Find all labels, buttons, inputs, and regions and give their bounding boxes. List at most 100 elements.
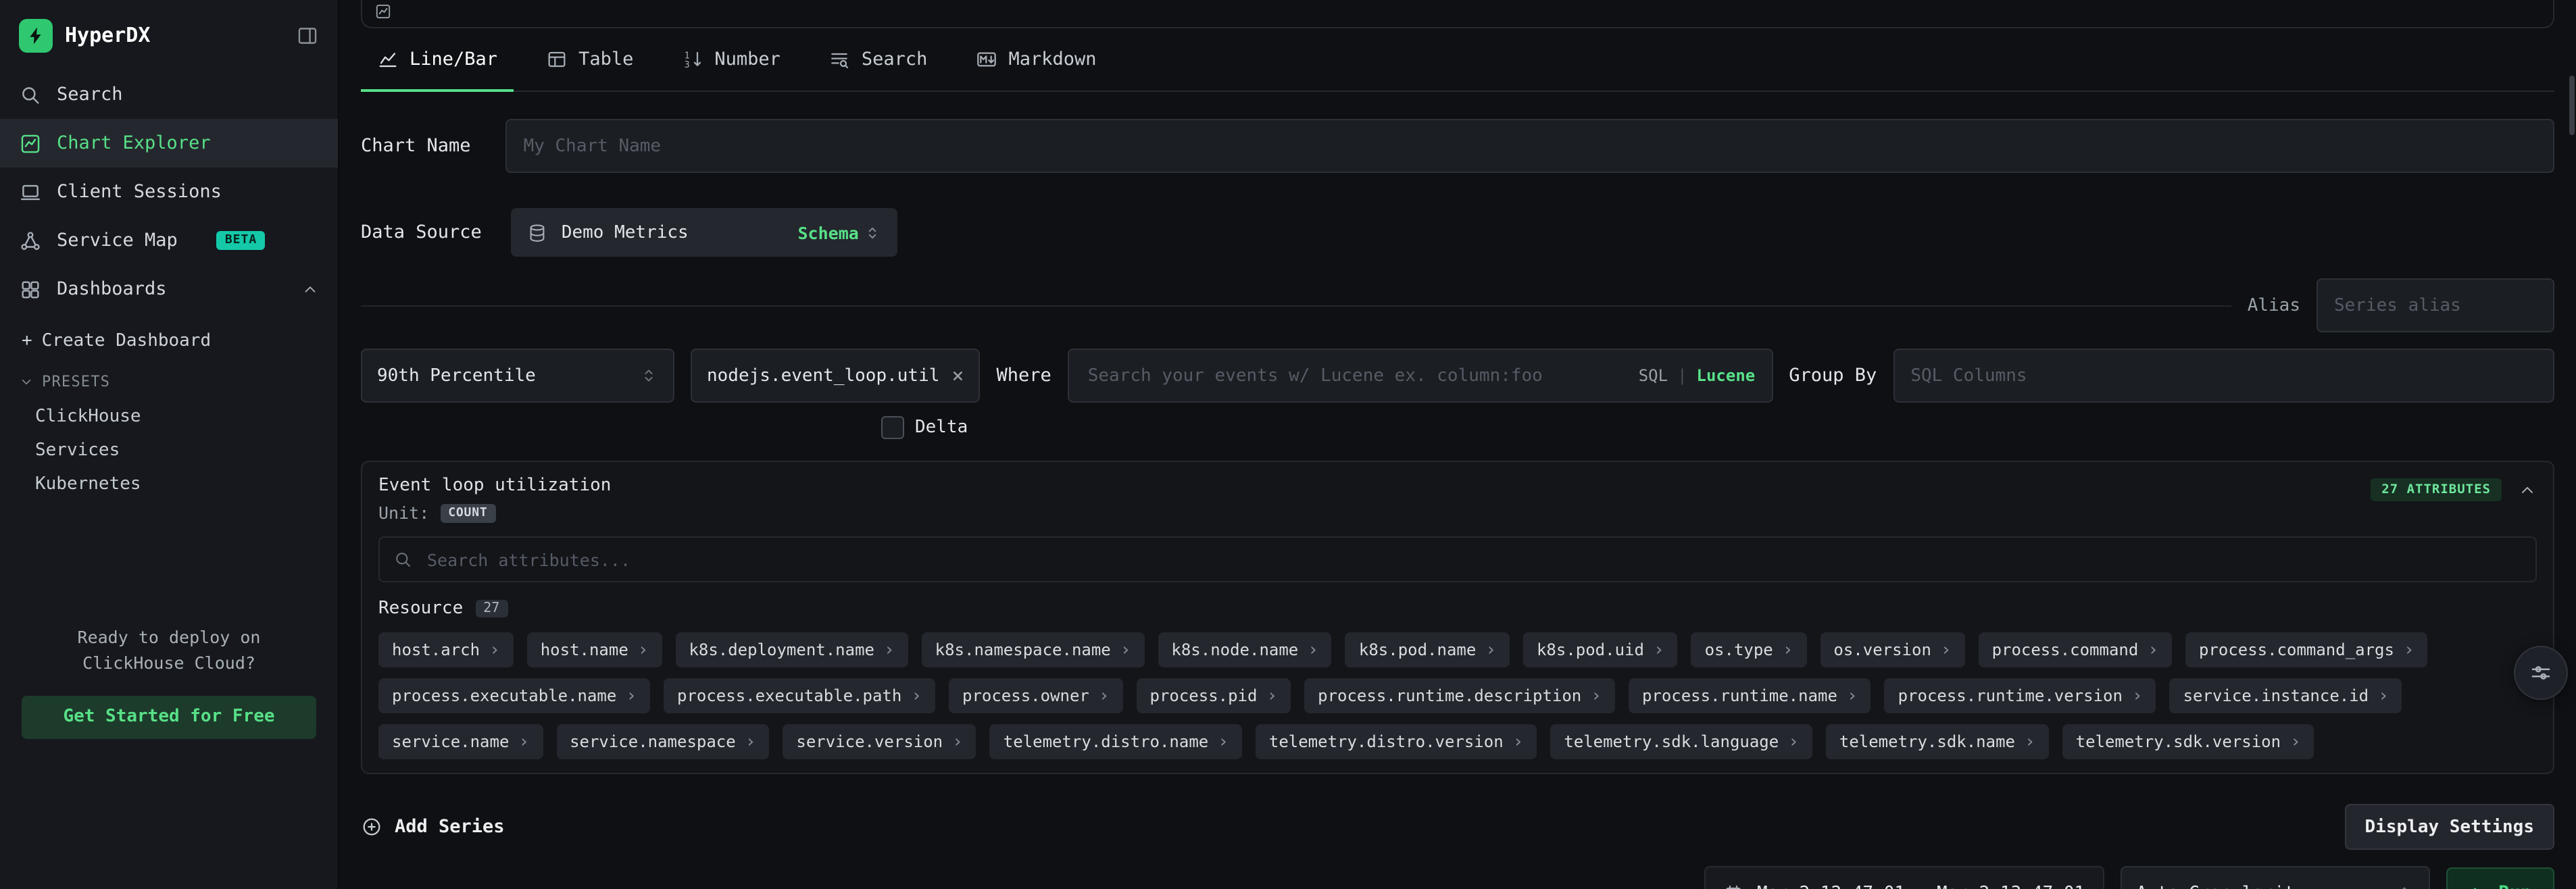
attribute-chip[interactable]: k8s.deployment.name› (675, 632, 908, 667)
hyperdx-logo[interactable]: HyperDX (19, 18, 150, 52)
attribute-chip[interactable]: process.runtime.version› (1885, 678, 2156, 713)
chevron-up-icon (301, 280, 319, 298)
sidebar-item-dashboards[interactable]: Dashboards (0, 265, 338, 313)
sidebar-collapse-icon[interactable] (296, 24, 319, 47)
chevron-right-icon: › (489, 641, 500, 659)
where-input[interactable] (1085, 364, 1625, 387)
plus-icon: + (22, 331, 32, 351)
delta-checkbox[interactable] (881, 416, 904, 439)
attribute-chip[interactable]: k8s.namespace.name› (922, 632, 1145, 667)
floating-filter-button[interactable] (2514, 646, 2568, 700)
attribute-chip[interactable]: process.command› (1979, 632, 2172, 667)
attribute-chip-label: telemetry.distro.version (1269, 732, 1504, 751)
sidebar-item-client-sessions[interactable]: Client Sessions (0, 168, 338, 216)
attribute-chip[interactable]: process.pid› (1137, 678, 1291, 713)
attribute-chip[interactable]: k8s.pod.uid› (1523, 632, 1678, 667)
unit-label: Unit: (378, 503, 429, 523)
attribute-chip[interactable]: telemetry.sdk.language› (1550, 724, 1812, 759)
group-by-input[interactable] (1893, 349, 2554, 403)
attribute-chip[interactable]: os.version› (1820, 632, 1964, 667)
attribute-chip[interactable]: process.executable.path› (664, 678, 935, 713)
sidebar-item-chart-explorer[interactable]: Chart Explorer (0, 119, 338, 168)
attribute-chip[interactable]: process.command_args› (2185, 632, 2428, 667)
preset-clickhouse[interactable]: ClickHouse (0, 400, 338, 434)
add-series-button[interactable]: Add Series (361, 816, 505, 838)
attributes-panel-titles: Event loop utilization Unit: COUNT (378, 476, 611, 523)
preset-kubernetes[interactable]: Kubernetes (0, 467, 338, 501)
attribute-chip[interactable]: process.executable.name› (378, 678, 650, 713)
attribute-chip-label: telemetry.sdk.version (2076, 732, 2281, 751)
tab-line-bar[interactable]: Line/Bar (377, 28, 497, 91)
attribute-chip[interactable]: service.instance.id› (2170, 678, 2402, 713)
attribute-chip-label: k8s.pod.name (1359, 640, 1476, 659)
attribute-search-input[interactable] (424, 548, 2522, 571)
lucene-toggle[interactable]: Lucene (1697, 366, 1756, 385)
aggregation-select[interactable]: 90th Percentile (361, 349, 674, 403)
chart-name-input[interactable] (506, 119, 2554, 173)
delta-row: Delta (881, 416, 2554, 439)
sql-toggle[interactable]: SQL (1639, 366, 1668, 385)
attribute-chip-label: host.arch (392, 640, 480, 659)
display-settings-button[interactable]: Display Settings (2345, 804, 2554, 850)
sidebar-item-create-dashboard[interactable]: + Create Dashboard (0, 319, 338, 363)
chart-explorer-icon (19, 132, 42, 155)
attribute-chip-label: os.version (1833, 640, 1931, 659)
attribute-chip[interactable]: host.arch › (378, 632, 514, 667)
data-source-label: Data Source (361, 222, 482, 243)
attribute-chip-label: process.executable.name (392, 686, 616, 705)
play-icon (2469, 884, 2486, 889)
attribute-chip-label: k8s.namespace.name (935, 640, 1111, 659)
chart-preview-cutoff (361, 0, 2554, 28)
attribute-chip[interactable]: process.runtime.name› (1629, 678, 1871, 713)
attribute-group-label: Resource (378, 599, 463, 619)
schema-button[interactable]: Schema (798, 222, 882, 243)
date-range-picker[interactable]: Mar 2 12:47:01 - Mar 2 13:47:01 (1704, 866, 2104, 889)
tab-search[interactable]: Search (829, 28, 928, 91)
scrollbar-thumb[interactable] (2569, 76, 2575, 135)
chevron-right-icon: › (1783, 641, 1793, 659)
attribute-chip-label: k8s.deployment.name (689, 640, 874, 659)
language-separator: | (1677, 366, 1687, 385)
unit-row: Unit: COUNT (378, 503, 611, 523)
sidebar-item-service-map[interactable]: Service MapBETA (0, 216, 338, 265)
tab-markdown[interactable]: Markdown (976, 28, 1096, 91)
attribute-chip[interactable]: service.namespace› (556, 724, 769, 759)
search-icon (19, 83, 42, 106)
attribute-chip[interactable]: k8s.pod.name› (1345, 632, 1510, 667)
data-source-select[interactable]: Demo Metrics Schema (512, 208, 898, 257)
attribute-chip[interactable]: service.version› (783, 724, 976, 759)
sidebar-footer: Ready to deploy on ClickHouse Cloud? Get… (0, 626, 338, 738)
attribute-chip[interactable]: k8s.node.name› (1158, 632, 1332, 667)
attributes-panel: Event loop utilization Unit: COUNT 27 AT… (361, 461, 2554, 774)
run-label: Run (2498, 882, 2531, 889)
close-icon[interactable]: × (951, 365, 964, 386)
alias-input[interactable] (2317, 278, 2554, 332)
aggregation-value: 90th Percentile (377, 365, 536, 386)
run-button[interactable]: Run (2446, 867, 2554, 889)
attribute-chip[interactable]: telemetry.sdk.name› (1826, 724, 2049, 759)
tab-number[interactable]: 13Number (682, 28, 781, 91)
attribute-chip[interactable]: os.type› (1691, 632, 1807, 667)
attribute-chip[interactable]: service.name› (378, 724, 543, 759)
preset-services[interactable]: Services (0, 434, 338, 467)
attribute-chip[interactable]: telemetry.distro.version› (1256, 724, 1537, 759)
attribute-chip[interactable]: process.runtime.description› (1304, 678, 1615, 713)
attribute-chip[interactable]: telemetry.sdk.version› (2062, 724, 2314, 759)
metric-chip[interactable]: nodejs.event_loop.util × (691, 349, 980, 403)
table-icon (546, 49, 568, 70)
chart-icon (374, 3, 392, 20)
attributes-panel-header: Event loop utilization Unit: COUNT 27 AT… (378, 476, 2537, 523)
get-started-button[interactable]: Get Started for Free (22, 695, 316, 738)
tab-table[interactable]: Table (546, 28, 633, 91)
chevron-right-icon: › (1788, 733, 1799, 751)
attribute-chip[interactable]: telemetry.distro.name› (990, 724, 1242, 759)
granularity-select[interactable]: Auto Granularity (2120, 866, 2429, 889)
attribute-chip-label: process.executable.path (677, 686, 901, 705)
attribute-chip[interactable]: process.owner› (949, 678, 1123, 713)
presets-header[interactable]: PRESETS (0, 363, 338, 400)
database-icon (528, 222, 548, 243)
collapse-attributes-icon[interactable] (2518, 480, 2537, 499)
sidebar-item-search[interactable]: Search (0, 70, 338, 119)
attribute-chip[interactable]: host.name› (527, 632, 662, 667)
main-content: Line/BarTable13NumberSearchMarkdown Char… (339, 0, 2576, 889)
